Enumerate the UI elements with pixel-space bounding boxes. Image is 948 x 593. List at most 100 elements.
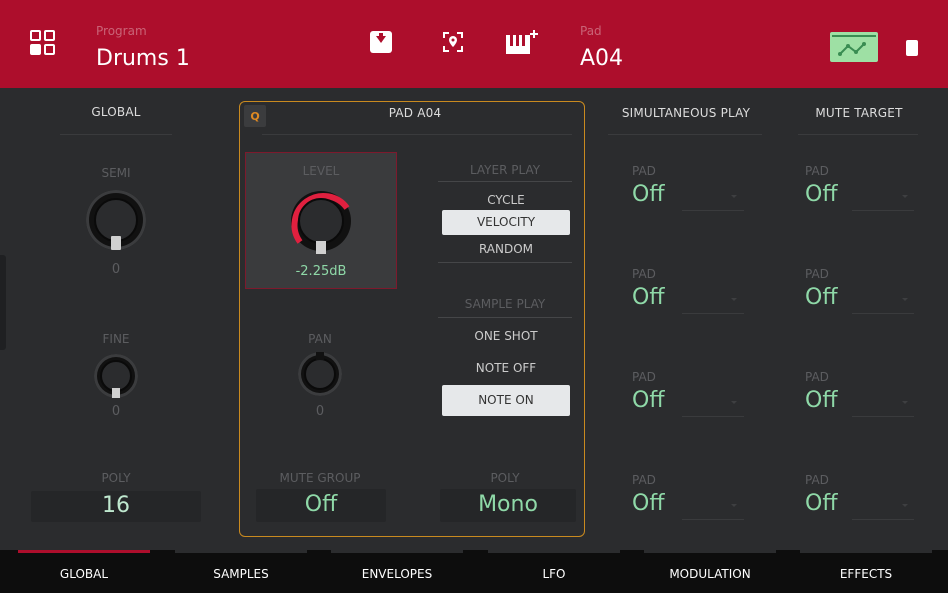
layer-option-cycle[interactable]: CYCLE [442,189,570,211]
mute-group-field[interactable]: Off [256,489,386,522]
semi-value: 0 [111,262,121,277]
mute-pad-label-1: PAD [805,164,829,178]
tab-label: EFFECTS [839,567,893,581]
level-value: -2.25dB [295,264,347,279]
semi-knob[interactable] [86,190,146,250]
tab-label: MODULATION [669,567,751,581]
sim-dd-underline-4 [682,519,744,520]
tab-label: SAMPLES [213,567,269,581]
tab-envelopes[interactable]: ENVELOPES [331,550,463,593]
mute-dd-underline-1 [852,210,914,211]
sim-pad-label-3: PAD [632,370,656,384]
sim-pad-dropdown-4[interactable]: Off [632,491,664,516]
sample-option-one-shot[interactable]: ONE SHOT [442,324,570,348]
sim-pad-dropdown-2[interactable]: Off [632,285,664,310]
level-label: LEVEL [302,164,340,178]
global-poly-value: 16 [102,493,130,518]
waveform-icon [832,35,876,56]
fine-label: FINE [102,332,130,346]
mute-pad-dropdown-4[interactable]: Off [805,491,837,516]
pad-poly-value: Mono [478,492,538,517]
level-knob[interactable] [286,186,356,256]
pan-label: PAN [308,332,332,346]
tab-label: GLOBAL [59,567,109,581]
save-button[interactable] [369,30,393,54]
sim-pad-dropdown-3[interactable]: Off [632,388,664,413]
mute-group-label: MUTE GROUP [279,471,361,485]
sample-play-label: SAMPLE PLAY [464,297,546,311]
program-name[interactable]: Drums 1 [96,46,190,71]
locate-icon [443,32,463,52]
pad-divider [262,134,572,135]
sim-dd-underline-3 [682,416,744,417]
chevron-down-icon [902,401,908,404]
tab-effects[interactable]: EFFECTS [800,550,932,593]
global-divider [60,134,172,135]
layer-option-random[interactable]: RANDOM [442,238,570,260]
semi-label: SEMI [101,166,131,180]
mute-pad-label-2: PAD [805,267,829,281]
fine-value: 0 [111,404,121,419]
mute-dd-underline-4 [852,519,914,520]
mute-pad-label-4: PAD [805,473,829,487]
chevron-down-icon [902,504,908,507]
tab-lfo[interactable]: LFO [488,550,620,593]
pan-knob[interactable] [298,352,342,396]
layer-option-velocity[interactable]: VELOCITY [442,210,570,235]
mute-pad-dropdown-1[interactable]: Off [805,182,837,207]
tab-page-dots [860,585,872,587]
simultaneous-play-title: SIMULTANEOUS PLAY [621,106,751,120]
sample-option-note-on[interactable]: NOTE ON [442,385,570,416]
pad-poly-label: POLY [490,471,520,485]
keyboard-add-icon [506,30,538,54]
tab-page-dots [229,585,253,587]
chevron-down-icon [731,195,737,198]
mute-pad-label-3: PAD [805,370,829,384]
fine-knob[interactable] [94,354,138,398]
chevron-down-icon [731,504,737,507]
sim-dd-underline-1 [682,210,744,211]
bottom-tab-bar: GLOBAL SAMPLES ENVELOPES LFO MODULATION … [0,550,948,593]
side-scroll-handle[interactable] [0,255,6,350]
mute-pad-dropdown-2[interactable]: Off [805,285,837,310]
sample-option-note-off[interactable]: NOTE OFF [442,356,570,380]
mute-group-value: Off [304,492,338,517]
mute-pad-dropdown-3[interactable]: Off [805,388,837,413]
top-bar: Program Drums 1 Pad A04 [0,0,948,88]
simultaneous-divider [608,134,762,135]
header-accent [0,84,30,87]
pan-value: 0 [315,404,325,419]
chip-icon[interactable] [906,40,918,56]
chevron-down-icon [731,298,737,301]
sim-pad-dropdown-1[interactable]: Off [632,182,664,207]
global-poly-field[interactable]: 16 [31,491,201,522]
chevron-down-icon [902,298,908,301]
layer-play-rule-bottom [438,262,572,263]
main-panel: GLOBAL SEMI 0 FINE 0 POLY 16 Q PAD A04 L… [0,88,948,550]
grid-menu-icon[interactable] [30,30,56,56]
tab-global[interactable]: GLOBAL [18,550,150,593]
pad-name[interactable]: A04 [580,46,623,71]
tab-label: ENVELOPES [361,567,433,581]
chevron-down-icon [731,401,737,404]
automation-button[interactable] [830,32,878,62]
pad-title: PAD A04 [388,106,442,120]
chevron-down-icon [902,195,908,198]
global-poly-label: POLY [101,471,131,485]
tab-modulation[interactable]: MODULATION [644,550,776,593]
keyboard-add-button[interactable] [505,30,541,54]
program-label: Program [96,24,147,38]
locate-button[interactable] [441,30,465,54]
mute-dd-underline-2 [852,313,914,314]
global-title: GLOBAL [91,105,141,119]
sim-pad-label-2: PAD [632,267,656,281]
layer-play-rule [438,181,572,182]
q-link-button[interactable]: Q [244,105,266,127]
sim-pad-label-1: PAD [632,164,656,178]
download-icon [370,31,392,53]
pad-label: Pad [580,24,602,38]
mute-dd-underline-3 [852,416,914,417]
tab-samples[interactable]: SAMPLES [175,550,307,593]
pad-poly-field[interactable]: Mono [440,489,576,522]
sample-play-rule [438,317,572,318]
